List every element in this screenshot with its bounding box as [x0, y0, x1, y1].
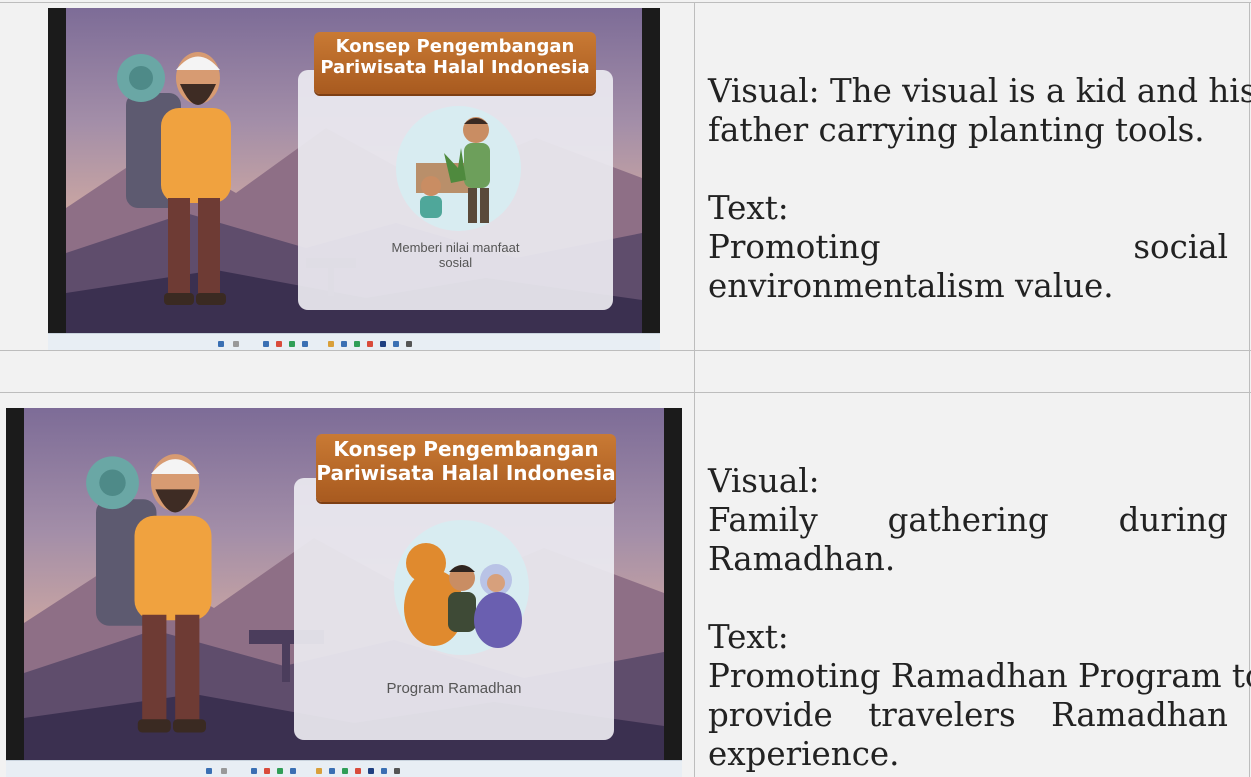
taskbar-app-icon[interactable] [328, 341, 334, 347]
slide-caption: Memberi nilai manfaat sosial [298, 240, 613, 270]
slide-caption: Program Ramadhan [294, 680, 614, 698]
visual-line: father carrying planting tools. [708, 111, 1205, 149]
banner-title-line2: Pariwisata Halal Indonesia [316, 460, 616, 485]
caption-line2: sosial [438, 255, 473, 270]
table-row-divider [0, 350, 1251, 351]
taskbar-app-icon[interactable] [316, 768, 322, 774]
visual-heading: Visual: [708, 462, 820, 500]
slide-screenshot: Konsep Pengembangan Pariwisata Halal Ind… [48, 8, 660, 350]
taskbar-app-icon[interactable] [263, 341, 269, 347]
caption-line1: Program Ramadhan [386, 680, 522, 697]
taskbar-app-icon[interactable] [367, 341, 373, 347]
taskbar-app-icon[interactable] [341, 341, 347, 347]
slide-canvas: Konsep Pengembangan Pariwisata Halal Ind… [66, 8, 642, 334]
visual-line-justified: Family gathering during [708, 501, 1228, 540]
text-line-justified: Promoting social [708, 228, 1228, 267]
taskbar-app-icon[interactable] [394, 768, 400, 774]
taskbar [6, 760, 682, 777]
banner-title-line2: Pariwisata Halal Indonesia [320, 57, 590, 79]
text-line: environmentalism value. [708, 267, 1114, 305]
taskbar-app-icon[interactable] [251, 768, 257, 774]
taskbar-app-icon[interactable] [206, 768, 212, 774]
taskbar-app-icon[interactable] [276, 341, 282, 347]
visual-word: gathering [887, 501, 1049, 539]
text-heading: Text: [708, 189, 789, 227]
visual-line: Visual: The visual is a kid and his [708, 72, 1251, 110]
taskbar-app-icon[interactable] [406, 341, 412, 347]
text-heading: Text: [708, 618, 789, 656]
taskbar-app-icon[interactable] [354, 341, 360, 347]
taskbar-app-icon[interactable] [381, 768, 387, 774]
table-border-top [0, 2, 1251, 3]
slide-banner: Konsep Pengembangan Pariwisata Halal Ind… [316, 434, 616, 502]
backpacker-illustration-icon [86, 454, 212, 733]
taskbar-app-icon[interactable] [289, 341, 295, 347]
taskbar-app-icon[interactable] [302, 341, 308, 347]
text-line: experience. [708, 735, 900, 773]
taskbar-app-icon[interactable] [368, 768, 374, 774]
taskbar-app-icon[interactable] [380, 341, 386, 347]
family-gathering-illustration-icon [404, 543, 522, 648]
visual-line: Ramadhan. [708, 540, 896, 578]
taskbar-app-icon[interactable] [393, 341, 399, 347]
taskbar-app-icon[interactable] [233, 341, 239, 347]
visual-word: Family [708, 501, 818, 539]
slide-screenshot: Konsep Pengembangan Pariwisata Halal Ind… [6, 408, 682, 777]
slide-canvas: Konsep Pengembangan Pariwisata Halal Ind… [24, 408, 664, 763]
taskbar-app-icon[interactable] [329, 768, 335, 774]
taskbar-app-icon[interactable] [277, 768, 283, 774]
row-description: Visual: The visual is a kid and his fath… [708, 72, 1251, 306]
text-line-justified: provide travelers Ramadhan [708, 696, 1228, 735]
taskbar-app-icon[interactable] [290, 768, 296, 774]
row-description: Visual: Family gathering during Ramadhan… [708, 462, 1251, 774]
text-word: social [1133, 228, 1228, 266]
taskbar [48, 333, 660, 350]
taskbar-app-icon[interactable] [355, 768, 361, 774]
banner-title-line1: Konsep Pengembangan [333, 437, 599, 461]
table-row-divider [0, 392, 1251, 393]
text-word: Promoting [708, 228, 881, 266]
caption-line1: Memberi nilai manfaat [391, 240, 520, 255]
text-line: Promoting Ramadhan Program to [708, 657, 1251, 695]
banner-title-line1: Konsep Pengembangan [335, 36, 575, 57]
taskbar-app-icon[interactable] [342, 768, 348, 774]
taskbar-app-icon[interactable] [264, 768, 270, 774]
document-table: Konsep Pengembangan Pariwisata Halal Ind… [0, 0, 1251, 777]
taskbar-app-icon[interactable] [218, 341, 224, 347]
table-column-divider [694, 2, 695, 777]
text-word: provide [708, 696, 833, 734]
text-word: Ramadhan [1051, 696, 1228, 734]
slide-banner: Konsep Pengembangan Pariwisata Halal Ind… [314, 32, 596, 94]
taskbar-app-icon[interactable] [221, 768, 227, 774]
father-and-kid-planting-illustration-icon [416, 117, 490, 223]
text-word: travelers [868, 696, 1016, 734]
visual-word: during [1118, 501, 1228, 539]
backpacker-illustration-icon [117, 52, 231, 305]
